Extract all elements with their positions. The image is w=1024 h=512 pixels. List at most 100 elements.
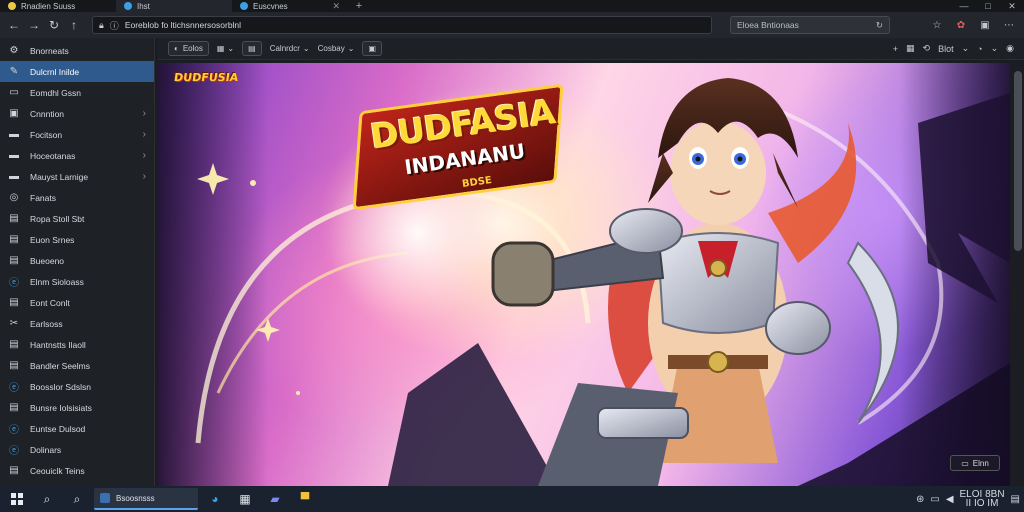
maximize-button[interactable]: □ xyxy=(976,0,1000,12)
sidebar-item[interactable]: ✎ Dulcrnl Inilde xyxy=(0,61,154,82)
toolbar-button-2[interactable]: ▤ xyxy=(242,41,262,56)
sidebar-item[interactable]: ⓔ Dolinars xyxy=(0,439,154,460)
sidebar-item[interactable]: ⚙ Bnorneats xyxy=(0,40,154,61)
collections-icon[interactable]: ▣ xyxy=(974,16,996,34)
sidebar-item[interactable]: ▭ Eomdhl Gssn xyxy=(0,82,154,103)
chevron-down-icon[interactable]: ⌄ xyxy=(962,43,970,54)
sidebar-item-label: Mauyst Larnige xyxy=(30,171,89,182)
address-bar[interactable]: 🔒︎ ⓘ Eoreblob fo ltichsnnersosorblnl xyxy=(92,16,712,34)
close-tab-icon[interactable]: ✕ xyxy=(332,1,340,12)
clock[interactable]: ELOI 8BN II IO IM xyxy=(960,490,1005,509)
chevron-down-icon[interactable]: ⌄ xyxy=(991,43,999,54)
sidebar-item[interactable]: ▤ Bueoeno xyxy=(0,250,154,271)
refresh-icon[interactable]: ↻ xyxy=(876,20,883,31)
tab-bar: Rnadien Suuss Ihst Euscvnes ✕ + — □ ✕ xyxy=(0,0,1024,12)
sidebar-item[interactable]: ▬ Mauyst Larnige › xyxy=(0,166,154,187)
sidebar-item[interactable]: ▤ Eont Conlt xyxy=(0,292,154,313)
sidebar-item[interactable]: ▤ Bunsre Iolsisiats xyxy=(0,397,154,418)
taskbar-media-icon[interactable]: ▰ xyxy=(262,488,288,510)
toolbar-button-1-label: Eolos xyxy=(182,44,203,53)
taskbar-folder-icon[interactable]: ▀ xyxy=(292,488,318,510)
table-icon[interactable]: ▦ xyxy=(906,43,915,54)
sidebar-item-label: Bnorneats xyxy=(30,45,69,56)
chevron-right-icon: › xyxy=(142,129,146,140)
document-icon: ▤ xyxy=(9,255,19,266)
info-icon[interactable]: ◉ xyxy=(1006,43,1014,54)
tab-label: Rnadien Suuss xyxy=(21,1,76,11)
document-icon: ▤ xyxy=(9,213,19,224)
search-taskbar-icon-2[interactable]: ⌕ xyxy=(64,488,90,510)
grid-dropdown[interactable]: ▦ ⌄ xyxy=(217,44,234,53)
overlay-button[interactable]: ▭ Elnn xyxy=(950,455,1000,471)
sidebar-item[interactable]: ▤ Bandler Seelms xyxy=(0,355,154,376)
tab-1[interactable]: Rnadien Suuss xyxy=(0,0,116,12)
taskbar-app-label: Bsoosnsss xyxy=(116,493,155,503)
site-info-icon[interactable]: ⓘ xyxy=(110,19,119,32)
search-taskbar-icon[interactable]: ⌕ xyxy=(34,488,60,510)
settings-icon[interactable]: ◔ xyxy=(977,44,982,54)
taskbar-app-active[interactable]: Bsoosnsss xyxy=(94,488,198,510)
edge-favicon-icon xyxy=(240,2,248,10)
sidebar-item[interactable]: ▤ Ropa Stoll Sbt xyxy=(0,208,154,229)
window-controls: — □ ✕ xyxy=(952,0,1024,12)
document-icon: ▤ xyxy=(9,402,19,413)
start-button[interactable] xyxy=(4,488,30,510)
taskbar: ⌕ ⌕ Bsoosnsss ◕ ▦ ▰ ▀ ⊛ ▭ ◀ ELOI 8BN II … xyxy=(0,486,1024,512)
tab-2[interactable]: Ihst xyxy=(116,0,232,12)
tab-3[interactable]: Euscvnes ✕ xyxy=(232,0,348,12)
volume-icon[interactable]: ◀ xyxy=(946,494,954,505)
forward-button[interactable]: → xyxy=(24,15,44,35)
plus-icon[interactable]: + xyxy=(893,44,898,54)
sidebar-item[interactable]: ⓔ Euntse Dulsod xyxy=(0,418,154,439)
more-icon[interactable]: ⋯ xyxy=(998,16,1020,34)
new-tab-button[interactable]: + xyxy=(348,0,370,12)
hero-logo-small-text: DUDFUSIA xyxy=(173,71,240,84)
sidebar-item[interactable]: ⓔ Elnm Sioloass xyxy=(0,271,154,292)
sidebar-item-label: Earlsoss xyxy=(30,318,63,329)
image-icon: ▣ xyxy=(368,44,377,53)
sidebar-item[interactable]: ▤ Euon Srnes xyxy=(0,229,154,250)
sidebar-item[interactable]: ▣ Cnnntion › xyxy=(0,103,154,124)
sidebar-item-label: Eont Conlt xyxy=(30,297,70,308)
sidebar-item-label: Bandler Seelms xyxy=(30,360,91,371)
clock-date: II IO IM xyxy=(965,498,999,509)
rotate-icon[interactable]: ⟲ xyxy=(923,43,931,54)
chevron-down-icon: ⌄ xyxy=(227,44,235,53)
sidebar-item[interactable]: ⓔ Boosslor Sdslsn xyxy=(0,376,154,397)
reload-button[interactable]: ↻ xyxy=(44,15,64,35)
view-dropdown[interactable]: Calnrdcr ⌄ xyxy=(270,44,310,53)
taskbar-edge-icon[interactable]: ◕ xyxy=(202,488,228,510)
chevron-right-icon: › xyxy=(142,171,146,182)
vertical-scrollbar[interactable] xyxy=(1012,63,1024,486)
sidebar-item[interactable]: ◎ Fanats xyxy=(0,187,154,208)
sort-dropdown[interactable]: Cosbay ⌄ xyxy=(318,44,355,53)
close-window-button[interactable]: ✕ xyxy=(1000,0,1024,12)
home-button[interactable]: ↑ xyxy=(64,15,84,35)
sidebar-item-label: Ropa Stoll Sbt xyxy=(30,213,85,224)
sidebar-item-label: Eomdhl Gssn xyxy=(30,87,82,98)
back-button[interactable]: ← xyxy=(4,15,24,35)
taskbar-apps-icon[interactable]: ▦ xyxy=(232,488,258,510)
sidebar-item[interactable]: ✂ Earlsoss xyxy=(0,313,154,334)
right-label[interactable]: Blot xyxy=(938,44,954,54)
notifications-icon[interactable]: ▤ xyxy=(1011,494,1020,505)
scrollbar-thumb[interactable] xyxy=(1014,71,1022,251)
view-dropdown-label: Calnrdcr xyxy=(269,44,300,53)
sidebar-item-label: Cnnntion xyxy=(30,108,65,119)
star-icon[interactable]: ☆ xyxy=(926,16,948,34)
toolbar-button-1[interactable]: ◐ Eolos xyxy=(168,41,209,56)
system-tray: ⊛ ▭ ◀ ELOI 8BN II IO IM ▤ xyxy=(916,490,1020,509)
minimize-button[interactable]: — xyxy=(952,0,976,12)
sidebar-item[interactable]: ▤ Hantnstts Ilaoll xyxy=(0,334,154,355)
network-icon[interactable]: ⊛ xyxy=(916,494,924,505)
sidebar-item[interactable]: ▤ Ceouiclk Teins xyxy=(0,460,154,481)
toolbar-button-3[interactable]: ▣ xyxy=(362,41,383,56)
browser-favicon-icon xyxy=(8,2,16,10)
edge-icon: ⓔ xyxy=(9,278,19,289)
search-input[interactable]: Eloea Bntionaas ↻ xyxy=(730,16,890,34)
sidebar-item[interactable]: ▬ Hoceotanas › xyxy=(0,145,154,166)
sidebar-item[interactable]: ▬ Focitson › xyxy=(0,124,154,145)
edge-icon: ⓔ xyxy=(9,446,19,457)
extensions-icon[interactable]: ✿ xyxy=(950,16,972,34)
display-icon[interactable]: ▭ xyxy=(930,494,939,505)
